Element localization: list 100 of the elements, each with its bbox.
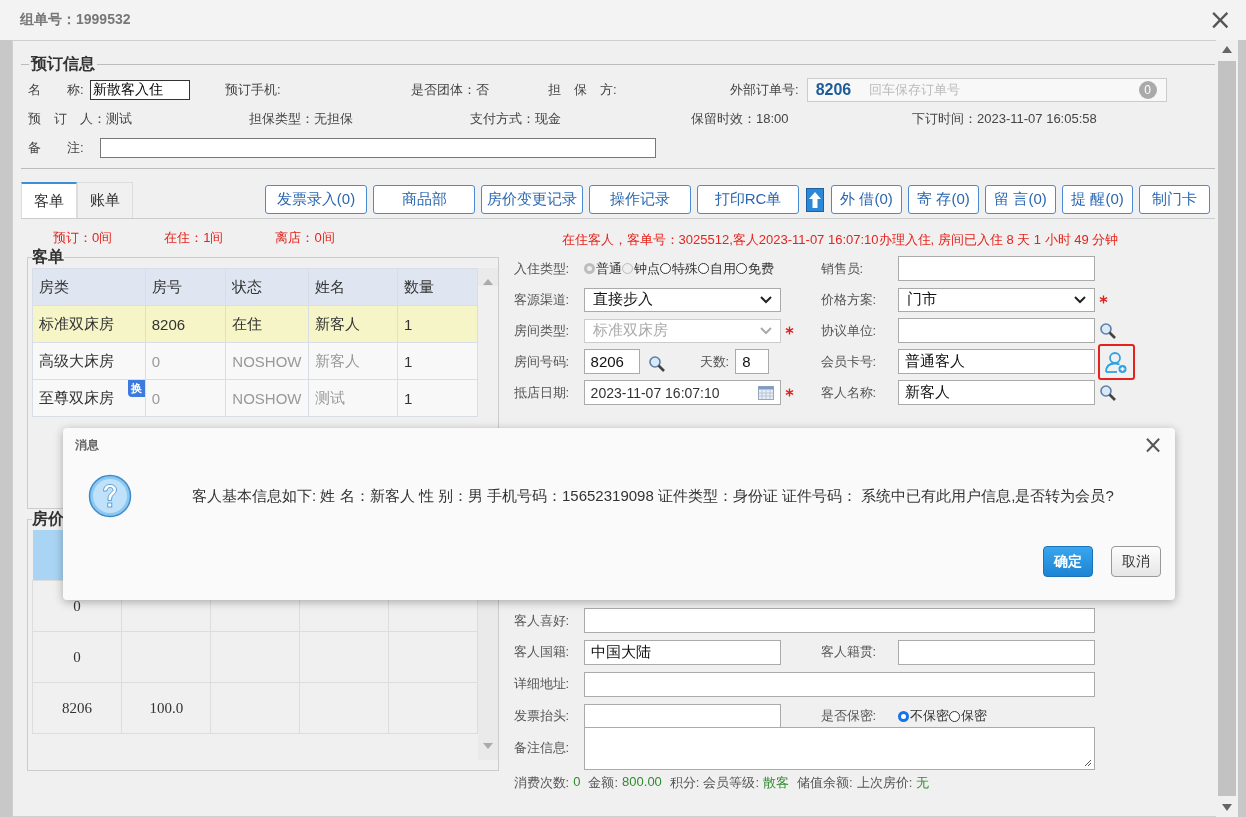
section-title: 预订信息	[29, 54, 96, 74]
scroll-down-icon[interactable]	[1222, 804, 1232, 811]
toolbar-button[interactable]: 房价变更记录	[481, 185, 583, 214]
radio-option[interactable]: 特殊	[659, 259, 698, 278]
calendar-icon[interactable]	[757, 385, 774, 400]
table-cell: 100.0	[121, 682, 211, 734]
table-row[interactable]: 高级大床房 0 NOSHOW 新客人 1	[32, 342, 478, 380]
radio-option[interactable]: 自用	[697, 259, 736, 278]
dropdown[interactable]: 门市	[897, 287, 1095, 312]
table-cell: NOSHOW	[225, 379, 309, 417]
radio-option[interactable]: 不保密	[897, 707, 949, 725]
close-button[interactable]: ×	[1142, 433, 1163, 457]
summary-label: 储值余额:	[797, 774, 853, 792]
notes-field[interactable]	[583, 726, 1095, 770]
text-field[interactable]	[897, 256, 1095, 281]
search-icon[interactable]	[1098, 321, 1117, 340]
field-label: 是否保密:	[820, 707, 878, 725]
close-button[interactable]: ×	[1208, 6, 1232, 34]
text-field[interactable]	[583, 703, 781, 729]
remark-field[interactable]	[100, 137, 656, 158]
field-value: 是否团体：否	[411, 80, 490, 99]
info-text: 保留时效：18:00	[691, 109, 790, 128]
field-label: 客源渠道:	[512, 290, 571, 309]
table-cell: 新客人	[308, 305, 398, 343]
text-field[interactable]: 新客人	[897, 380, 1095, 405]
search-icon[interactable]	[1098, 383, 1117, 402]
toolbar-button[interactable]: 外 借(0)	[831, 185, 902, 214]
dialog-message: 客人基本信息如下: 姓 名：新客人 性 别：男 手机号码：15652319098 证件类型：身份证 证件号码： 系统中已有此用户信息,是否转为会员?	[192, 486, 1114, 506]
date-field[interactable]: 2023-11-07 16:07:10	[583, 380, 781, 405]
count-text: 预订：0间	[53, 229, 113, 243]
toolbar-button[interactable]: 打印RC单	[697, 185, 799, 214]
field-label: 会员卡号:	[820, 352, 878, 371]
radio-option[interactable]: 保密	[948, 707, 987, 725]
table-cell: 8206	[145, 305, 226, 343]
field-label: 外部订单号:	[730, 80, 799, 99]
tab[interactable]: 账单	[77, 182, 133, 218]
room-number-field[interactable]: 8206	[583, 349, 640, 374]
field-label: 发票抬头:	[512, 707, 571, 725]
text-field[interactable]: 中国大陆	[583, 639, 781, 665]
table-cell: 0	[145, 379, 226, 417]
user-plus-icon	[1104, 349, 1129, 374]
table-cell: 1	[397, 342, 478, 380]
summary-label: 金额:	[588, 774, 619, 792]
field-label: 协议单位:	[820, 321, 878, 340]
table-cell: NOSHOW	[225, 342, 309, 380]
toolbar-button[interactable]: 发票录入(0)	[265, 185, 367, 214]
section-title: 房价	[32, 509, 64, 529]
name-field[interactable]: 新散客入住	[89, 79, 190, 100]
resize-grip-icon[interactable]	[1083, 758, 1092, 767]
table-cell: 新客人	[308, 342, 398, 380]
field-label: 客人名称:	[820, 383, 878, 402]
scroll-thumb[interactable]	[1218, 61, 1236, 796]
field-label: 客人喜好:	[512, 611, 571, 630]
summary-label: 会员等级:	[703, 774, 760, 792]
field-label: 入住类型:	[512, 259, 571, 278]
text-field[interactable]: 普通客人	[897, 349, 1095, 374]
table-cell: 0	[32, 631, 122, 683]
toolbar-button[interactable]: 商品部	[373, 185, 475, 214]
table-row[interactable]: 标准双床房 8206 在住 新客人 1	[32, 305, 478, 343]
radio-option[interactable]: 免费	[735, 259, 774, 278]
field-label: 备 注:	[28, 138, 85, 157]
count-text: 离店：0间	[275, 229, 335, 243]
summary-label: 积分:	[669, 774, 700, 792]
dialog-title: 消息	[75, 436, 99, 454]
field-label: 抵店日期:	[512, 383, 571, 402]
chevron-icon	[759, 295, 772, 304]
toolbar-button[interactable]: 寄 存(0)	[908, 185, 979, 214]
field-label: 房间号码:	[512, 352, 571, 371]
dialog-button[interactable]: 取消	[1111, 546, 1161, 577]
info-text: 下订时间：2023-11-07 16:05:58	[912, 109, 1098, 128]
text-field[interactable]	[897, 639, 1095, 665]
search-icon[interactable]	[647, 354, 666, 373]
text-field[interactable]	[583, 671, 1095, 697]
field-label: 客人籍贯:	[820, 643, 878, 661]
toolbar-button[interactable]: 制门卡	[1139, 185, 1210, 214]
summary-value: 无	[916, 774, 930, 792]
table-row[interactable]: 至尊双床房 换 0 NOSHOW 测试 1	[32, 379, 478, 417]
table-cell: 8206	[32, 682, 122, 734]
add-member-button[interactable]	[1097, 343, 1135, 380]
text-field[interactable]	[583, 608, 1095, 633]
status-message: 在住客人，客单号：3025512,客人2023-11-07 16:07:10办理入住, 房间已入住 8 天 1 小时 49 分钟	[560, 231, 1120, 249]
toolbar-button[interactable]: 留 言(0)	[985, 185, 1056, 214]
field-label: 名 称:	[28, 80, 84, 99]
toolbar-button[interactable]: 提 醒(0)	[1062, 185, 1133, 214]
tab[interactable]: 客单	[21, 182, 77, 218]
toolbar-button[interactable]: 操作记录	[589, 185, 691, 214]
field-label: 房间类型:	[512, 321, 571, 340]
column-header: 状态	[225, 268, 309, 306]
text-field[interactable]	[897, 318, 1095, 343]
scroll-up-icon[interactable]	[1222, 46, 1232, 53]
summary-label: 上次房价:	[856, 774, 913, 792]
dropdown[interactable]: 直接步入	[583, 287, 781, 312]
table-cell: 1	[397, 305, 478, 343]
field-label: 销售员:	[820, 259, 865, 278]
info-text: 担保类型：无担保	[249, 109, 354, 128]
table-cell: 至尊双床房 换	[32, 379, 146, 417]
table-cell: 在住	[225, 305, 309, 343]
field-label: 客人国籍:	[512, 643, 571, 661]
info-text: 预 订 人：测试	[28, 109, 133, 128]
days-field[interactable]: 8	[735, 349, 770, 374]
